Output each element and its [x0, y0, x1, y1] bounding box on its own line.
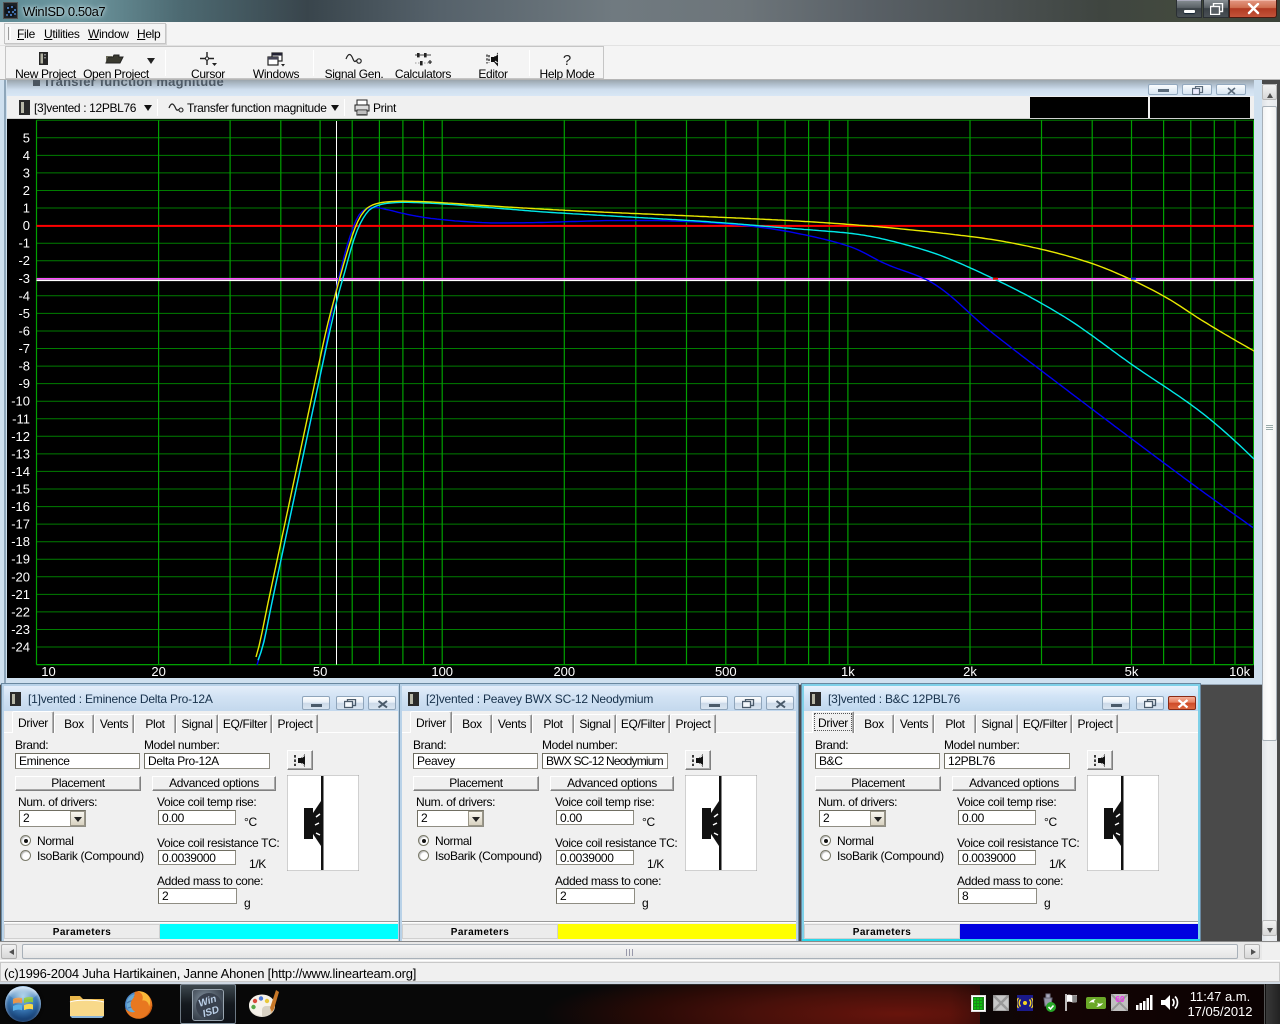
svg-text:60: 60	[1116, 995, 1125, 1004]
svg-text:100: 100	[431, 664, 453, 678]
svg-text:-10: -10	[11, 394, 30, 409]
svg-text:?: ?	[563, 52, 571, 68]
svg-text:-17: -17	[11, 517, 30, 532]
svg-text:-24: -24	[11, 640, 30, 655]
svg-text:-19: -19	[11, 552, 30, 567]
svg-text:-9: -9	[18, 376, 30, 391]
svg-text:-3: -3	[18, 271, 30, 286]
svg-text:1: 1	[23, 201, 30, 216]
svg-text:50: 50	[313, 664, 327, 678]
svg-text:3: 3	[23, 165, 30, 180]
svg-text:500: 500	[715, 664, 737, 678]
svg-text:-21: -21	[11, 587, 30, 602]
svg-text:-12: -12	[11, 429, 30, 444]
svg-text:4: 4	[23, 148, 30, 163]
svg-text:-15: -15	[11, 482, 30, 497]
svg-text:-22: -22	[11, 604, 30, 619]
svg-text:2k: 2k	[963, 664, 977, 678]
svg-text:-1: -1	[18, 236, 30, 251]
svg-text:1k: 1k	[841, 664, 855, 678]
svg-text:-20: -20	[11, 569, 30, 584]
svg-text:10k: 10k	[1229, 664, 1250, 678]
svg-text:5: 5	[23, 130, 30, 145]
svg-text:-2: -2	[18, 253, 30, 268]
svg-text:-8: -8	[18, 359, 30, 374]
svg-text:20: 20	[151, 664, 165, 678]
svg-text:-18: -18	[11, 534, 30, 549]
svg-text:-11: -11	[12, 411, 30, 426]
svg-text:0: 0	[23, 218, 30, 233]
svg-text:-7: -7	[18, 341, 30, 356]
svg-text:-13: -13	[11, 446, 30, 461]
svg-text:-4: -4	[18, 288, 30, 303]
svg-text:-5: -5	[18, 306, 30, 321]
svg-text:-6: -6	[18, 324, 30, 339]
svg-text:-14: -14	[11, 464, 30, 479]
svg-text:-23: -23	[11, 622, 30, 637]
svg-text:5k: 5k	[1125, 664, 1139, 678]
svg-text:2: 2	[23, 183, 30, 198]
svg-text:200: 200	[553, 664, 575, 678]
svg-text:-16: -16	[11, 499, 30, 514]
svg-text:10: 10	[41, 664, 55, 678]
